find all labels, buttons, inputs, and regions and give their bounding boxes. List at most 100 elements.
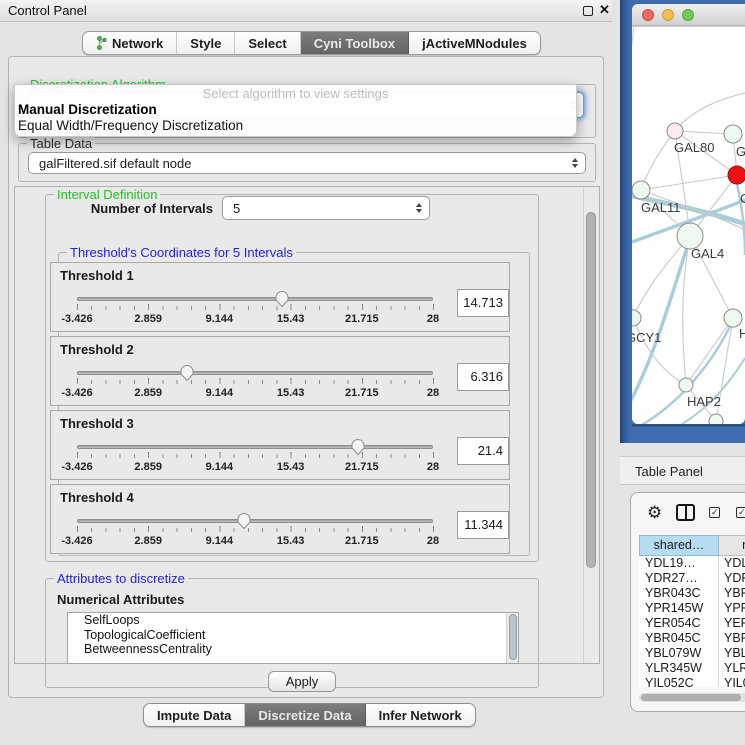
- spinner-arrows-icon: [416, 203, 422, 213]
- cell[interactable]: YBR045C: [639, 631, 719, 646]
- slider-thumb[interactable]: [275, 290, 290, 308]
- table-row[interactable]: YER054CYER0: [639, 616, 745, 631]
- tab-select[interactable]: Select: [235, 32, 300, 54]
- node-gal80: [667, 123, 683, 139]
- slider-track[interactable]: [77, 519, 433, 523]
- cell[interactable]: YDR2: [719, 571, 745, 586]
- group-legend: Threshold's Coordinates for 5 Intervals: [67, 245, 296, 260]
- float-window-icon[interactable]: [583, 6, 593, 16]
- tick-label: 2.859: [134, 535, 162, 547]
- tick-label: 15.43: [277, 535, 305, 547]
- network-view[interactable]: GAL80 GA C GAL11 GAL4 GCY1 H HAP2: [620, 0, 745, 443]
- checkbox-icon[interactable]: ✓: [736, 507, 745, 518]
- tab-style[interactable]: Style: [177, 32, 235, 54]
- tab-jactivemnodules[interactable]: jActiveMNodules: [409, 32, 540, 54]
- tick-label: 15.43: [277, 313, 305, 325]
- cell[interactable]: YPR145W: [639, 601, 719, 616]
- tick-label: 9.144: [206, 313, 234, 325]
- mac-close-icon[interactable]: [643, 10, 654, 21]
- threshold-value-field[interactable]: 14.713: [457, 289, 509, 317]
- node-cut-right: [724, 309, 742, 327]
- tab-infer-network[interactable]: Infer Network: [366, 704, 475, 726]
- table-row[interactable]: YBL079WYBL0: [639, 646, 745, 661]
- table-row[interactable]: YBR045CYBR0: [639, 631, 745, 646]
- tick-label: -3.426: [61, 387, 92, 399]
- cell[interactable]: YBL0: [719, 646, 745, 661]
- list-scrollbar[interactable]: [506, 613, 518, 663]
- table-row[interactable]: YDL19…YDL1: [639, 556, 745, 571]
- cell[interactable]: YDL19…: [639, 556, 719, 571]
- cell[interactable]: YBR043C: [639, 586, 719, 601]
- slider-track[interactable]: [77, 297, 433, 301]
- node-table: shared… na YDL19…YDL1 YDR27…YDR2 YBR043C…: [639, 535, 745, 687]
- cell[interactable]: YER054C: [639, 616, 719, 631]
- horizontal-scrollbar[interactable]: [639, 693, 745, 702]
- slider-track[interactable]: [77, 445, 433, 449]
- group-legend: Table Data: [27, 136, 95, 151]
- threshold-panel-1: Threshold 1 -3.426 2.859 9.144 15.43 21.…: [50, 262, 510, 332]
- threshold-label: Threshold 4: [60, 490, 134, 505]
- vertical-scrollbar[interactable]: [583, 188, 598, 664]
- checkbox-icon[interactable]: ✓: [709, 507, 720, 518]
- scrollbar-thumb[interactable]: [641, 694, 741, 701]
- tab-discretize-data[interactable]: Discretize Data: [245, 704, 365, 726]
- cell[interactable]: YLR3: [719, 661, 745, 676]
- columns-icon[interactable]: [676, 504, 695, 521]
- cell[interactable]: YIL0: [719, 676, 745, 687]
- popup-option-manual[interactable]: Manual Discretization: [15, 102, 576, 118]
- threshold-label: Threshold 3: [60, 416, 134, 431]
- table-row[interactable]: YPR145WYPR1: [639, 601, 745, 616]
- tick-label: 15.43: [277, 387, 305, 399]
- threshold-value-field[interactable]: 6.316: [457, 363, 509, 391]
- threshold-value-field[interactable]: 11.344: [457, 511, 509, 539]
- cell[interactable]: YDL1: [719, 556, 745, 571]
- number-of-intervals-label: Number of Intervals: [61, 201, 213, 216]
- mac-zoom-icon[interactable]: [683, 10, 694, 21]
- table-row[interactable]: YIL052CYIL0: [639, 676, 745, 687]
- node-label: GAL11: [641, 200, 681, 215]
- list-item[interactable]: SelfLoops: [68, 613, 518, 628]
- table-row[interactable]: YBR043CYBR0: [639, 586, 745, 601]
- apply-button[interactable]: Apply: [268, 671, 336, 692]
- slider-thumb[interactable]: [180, 364, 195, 382]
- scrollbar-thumb[interactable]: [586, 212, 596, 568]
- tick-label: 21.715: [345, 313, 379, 325]
- slider-thumb[interactable]: [237, 512, 252, 530]
- mac-minimize-icon[interactable]: [663, 10, 674, 21]
- table-row[interactable]: YDR27…YDR2: [639, 571, 745, 586]
- network-icon: [96, 36, 107, 50]
- close-icon[interactable]: ✕: [599, 2, 610, 18]
- tab-cyni-toolbox[interactable]: Cyni Toolbox: [301, 32, 409, 54]
- control-panel: Control Panel ✕ Network Style Select Cyn…: [0, 0, 612, 745]
- cell[interactable]: YLR345W: [639, 661, 719, 676]
- attributes-list: SelfLoops TopologicalCoefficient Between…: [67, 612, 519, 664]
- cell[interactable]: YPR1: [719, 601, 745, 616]
- node-label: H: [739, 326, 745, 341]
- column-header-shared-name[interactable]: shared…: [639, 535, 719, 556]
- number-of-intervals-combobox[interactable]: 5: [222, 196, 430, 220]
- panel-title: Control Panel: [8, 3, 87, 18]
- cell[interactable]: YER0: [719, 616, 745, 631]
- node-label: GAL4: [691, 246, 724, 261]
- popup-option-equal-width[interactable]: Equal Width/Frequency Discretization: [15, 118, 576, 134]
- scrollbar-thumb[interactable]: [509, 614, 517, 660]
- cell[interactable]: YBR0: [719, 586, 745, 601]
- table-data-combobox[interactable]: galFiltered.sif default node: [28, 152, 586, 174]
- cell[interactable]: YDR27…: [639, 571, 719, 586]
- list-item[interactable]: BetweennessCentrality: [68, 642, 518, 657]
- cell[interactable]: YBL079W: [639, 646, 719, 661]
- cell[interactable]: YBR0: [719, 631, 745, 646]
- tab-network[interactable]: Network: [83, 32, 177, 54]
- cell[interactable]: YIL052C: [639, 676, 719, 687]
- threshold-value-field[interactable]: 21.4: [457, 437, 509, 465]
- gear-icon[interactable]: ⚙: [647, 504, 662, 521]
- numerical-attributes-label: Numerical Attributes: [57, 592, 184, 607]
- slider-track[interactable]: [77, 371, 433, 375]
- top-tab-bar: Network Style Select Cyni Toolbox jActiv…: [82, 31, 541, 55]
- table-row[interactable]: YLR345WYLR3: [639, 661, 745, 676]
- column-header-name[interactable]: na: [719, 535, 745, 556]
- tick-label: 2.859: [134, 313, 162, 325]
- list-item[interactable]: TopologicalCoefficient: [68, 628, 518, 643]
- tab-impute-data[interactable]: Impute Data: [144, 704, 245, 726]
- slider-thumb[interactable]: [351, 438, 366, 456]
